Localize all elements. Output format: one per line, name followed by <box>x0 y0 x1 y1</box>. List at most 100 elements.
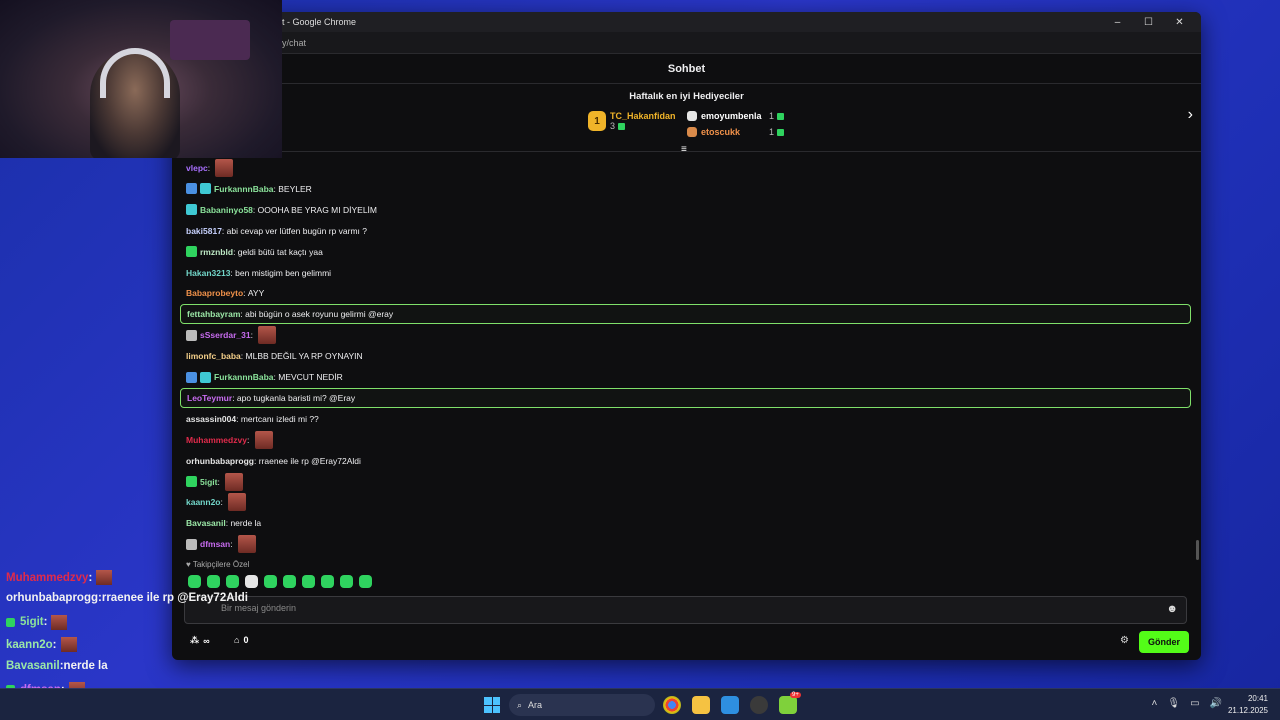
chat-username[interactable]: Bavasanil <box>186 518 226 528</box>
chevron-right-icon[interactable]: › <box>1188 106 1193 124</box>
chat-text: rraenee ile rp @Eray72Aldi <box>258 455 361 466</box>
gift-icon <box>777 112 785 120</box>
webcam-feed <box>0 0 282 158</box>
maximize-button[interactable]: ☐ <box>1133 14 1164 30</box>
clock[interactable]: 20:41 21.12.2025 <box>1228 693 1268 717</box>
chat-username[interactable]: fettahbayram <box>187 309 240 319</box>
chat-message: sSserdar_31: <box>180 325 1191 345</box>
chat-input-box[interactable]: ☻ <box>184 596 1187 624</box>
chat-text: BEYLER <box>278 183 312 194</box>
app-icon-2[interactable] <box>779 696 797 714</box>
windows-start-icon[interactable] <box>484 697 500 713</box>
chat-message: FurkannnBaba: MEVCUT NEDİR <box>180 367 1191 387</box>
emote-icon[interactable] <box>188 575 201 588</box>
folder-icon[interactable] <box>692 696 710 714</box>
overlay-text: rraenee ile rp @Eray72Aldi <box>101 592 248 605</box>
emote-icon[interactable] <box>207 575 220 588</box>
gear-icon[interactable]: ⚙ <box>1120 635 1129 646</box>
emoji-icon[interactable]: ☻ <box>1166 603 1178 615</box>
follower-only-label: ♥ Takipçilere Özel <box>186 560 250 569</box>
emote-icon[interactable] <box>321 575 334 588</box>
chat-username[interactable]: assassin004 <box>186 414 236 424</box>
chat-text: abi cevap ver lütfen bugün rp varmı ? <box>226 225 367 236</box>
close-button[interactable]: ✕ <box>1164 14 1195 30</box>
chat-username[interactable]: FurkannnBaba <box>214 372 274 382</box>
gift-icon <box>777 128 785 136</box>
microphone-icon[interactable]: 🎙 <box>1167 698 1180 709</box>
chat-message: Babaprobeyto: AYY <box>180 283 1191 303</box>
points-button[interactable]: ⁂ ∞ <box>190 635 210 646</box>
chat-username[interactable]: vlepc <box>186 163 208 173</box>
user-badge-icon <box>186 538 197 550</box>
emote-image <box>237 535 256 554</box>
chat-message: vlepc: <box>180 158 1191 178</box>
chat-username[interactable]: limonfc_baba <box>186 351 241 361</box>
separator: : <box>246 434 252 445</box>
app-icon[interactable] <box>750 696 768 714</box>
chat-text: ben mistigim ben gelimmi <box>235 267 332 278</box>
overlay-username: kaann2o <box>6 638 53 651</box>
chat-title: Sohbet <box>667 62 706 75</box>
overlay-username: Bavasanil <box>6 659 60 672</box>
chat-username[interactable]: FurkannnBaba <box>214 184 274 194</box>
emote-icon[interactable] <box>226 575 239 588</box>
emote-bar <box>188 575 372 588</box>
chat-username[interactable]: sSserdar_31 <box>200 330 251 340</box>
address-bar[interactable]: y/chat <box>172 32 1201 54</box>
chat-text: abi bügün o asek royunu gelirmi @eray <box>245 309 394 320</box>
chat-username[interactable]: kaann2o <box>186 497 221 507</box>
chrome-icon[interactable] <box>663 696 681 714</box>
search-label: Ara <box>528 700 543 710</box>
minimize-button[interactable]: – <box>1102 14 1133 30</box>
taskbar-search[interactable]: ⌕ Ara <box>509 694 655 716</box>
system-tray: ˄ 🎙 ▭ 🔊 <box>1152 698 1222 709</box>
chat-message: kaann2o: <box>180 492 1191 512</box>
chat-username[interactable]: dfmsan <box>200 539 230 549</box>
emote-icon[interactable] <box>245 575 258 588</box>
emote-image <box>96 570 113 585</box>
scrollbar[interactable] <box>1196 540 1199 560</box>
overlay-username: Muhammedzvy <box>6 571 89 584</box>
overlay-separator: : <box>88 571 93 584</box>
emote-icon[interactable] <box>283 575 296 588</box>
speaker-icon[interactable]: 🔊 <box>1210 698 1222 709</box>
emote-image <box>60 637 77 653</box>
gold-medal-icon: 1 <box>588 111 606 131</box>
overlay-message: 5igit : <box>6 614 68 630</box>
chat-username[interactable]: baki5817 <box>186 226 222 236</box>
store-app-icon[interactable] <box>721 696 739 714</box>
user-badge-icon <box>186 329 197 341</box>
emote-icon[interactable] <box>340 575 353 588</box>
chat-username[interactable]: rmznbld <box>200 247 233 257</box>
emote-icon[interactable] <box>264 575 277 588</box>
silver-badge-icon <box>687 111 697 121</box>
chat-message: Babaninyo58: OOOHA BE YRAG MI DİYELİM <box>180 200 1191 220</box>
emote-icon[interactable] <box>359 575 372 588</box>
chat-message: assassin004: mertcanı izledi mi ?? <box>180 409 1191 429</box>
user-badge-icon <box>186 246 197 258</box>
store-icon: ⌂ <box>234 635 240 645</box>
headset-figure <box>100 48 170 98</box>
message-input[interactable] <box>221 603 1121 613</box>
chat-username[interactable]: orhunbabaprogg <box>186 456 254 466</box>
send-button[interactable]: Gönder <box>1139 631 1189 653</box>
chat-username[interactable]: Babaninyo58 <box>200 205 253 215</box>
chat-username[interactable]: 5igit <box>200 477 217 487</box>
top-gifter[interactable]: 1 TC_Hakanfidan 3 <box>588 111 676 131</box>
gifter-row[interactable]: emoyumbenla 1 <box>687 111 785 121</box>
chevron-up-icon[interactable]: ˄ <box>1152 698 1158 709</box>
chat-username[interactable]: Muhammedzvy <box>186 435 247 445</box>
browser-window: t - Google Chrome – ☐ ✕ y/chat Sohbet Ha… <box>172 12 1201 660</box>
emote-icon[interactable] <box>302 575 315 588</box>
gifter-row[interactable]: etoscukk 1 <box>687 127 785 137</box>
chat-username[interactable]: Babaprobeyto <box>186 288 243 298</box>
chat-text: apo tugkanla baristi mi? @Eray <box>236 392 356 403</box>
chat-username[interactable]: LeoTeymur <box>187 393 232 403</box>
chat-username[interactable]: Hakan3213 <box>186 268 230 278</box>
window-title: t - Google Chrome <box>282 17 357 27</box>
points-value: ∞ <box>203 635 210 646</box>
network-icon[interactable]: ▭ <box>1190 698 1199 709</box>
store-button[interactable]: ⌂ 0 <box>234 635 248 645</box>
top-gifter-count: 3 <box>610 121 616 131</box>
emote-image <box>225 472 244 491</box>
